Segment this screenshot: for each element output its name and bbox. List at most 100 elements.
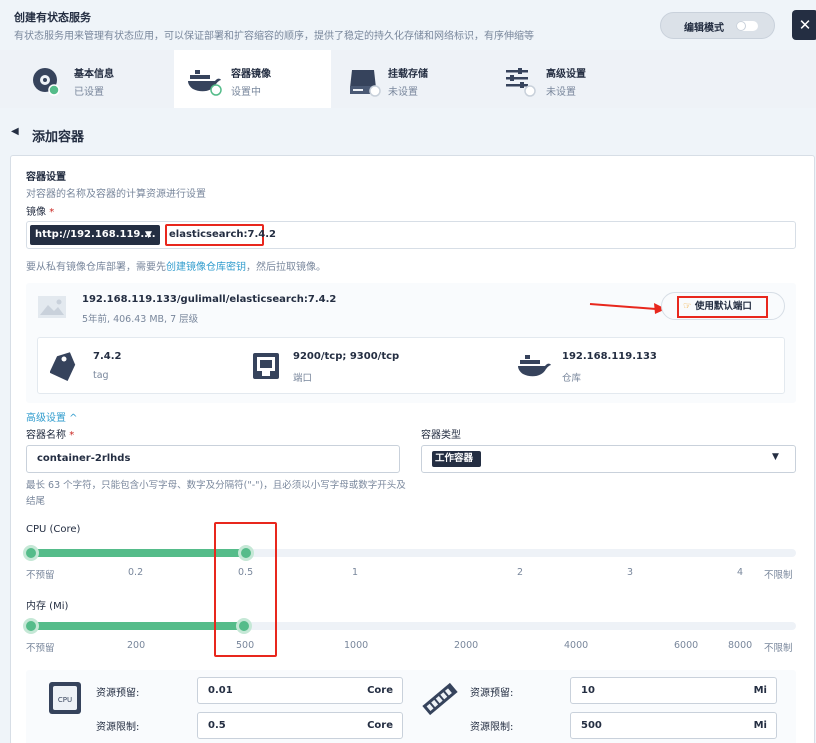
- cpu-unit: Core: [367, 720, 393, 731]
- step-basic-info[interactable]: 基本信息 已设置: [0, 50, 170, 108]
- image-field-label: 镜像 *: [26, 207, 55, 218]
- step-label: 挂载存储: [388, 69, 428, 80]
- memory-limit-input[interactable]: 500 Mi: [570, 712, 777, 739]
- chevron-down-icon: ▼: [145, 230, 152, 240]
- back-arrow-icon[interactable]: ◀: [11, 126, 19, 137]
- image-meta: 5年前, 406.43 MB, 7 层级: [82, 314, 199, 325]
- use-default-port-button[interactable]: ☞ 使用默认端口: [677, 296, 768, 318]
- memory-tick-label: 不预留: [26, 643, 55, 654]
- image-full-name: 192.168.119.133/gulimall/elasticsearch:7…: [82, 294, 337, 305]
- memory-limit-label: 资源限制:: [470, 722, 514, 733]
- sliders-icon: [506, 68, 536, 97]
- cpu-tick-label: 3: [627, 567, 634, 578]
- toggle-knob: [736, 21, 746, 31]
- cpu-reserve-input[interactable]: 0.01 Core: [197, 677, 403, 704]
- info-key: 仓库: [562, 373, 582, 384]
- image-search-input[interactable]: http://192.168.119.... ▼: [26, 221, 796, 249]
- hand-pointer-icon: ☞: [683, 301, 692, 312]
- container-name-label: 容器名称 *: [26, 430, 75, 441]
- container-name-input[interactable]: container-2rlhds: [26, 445, 400, 473]
- page-title: 添加容器: [32, 130, 85, 145]
- modal-header: 创建有状态服务 有状态服务用来管理有状态应用，可以保证部署和扩容缩容的顺序，提供…: [0, 0, 816, 50]
- port-icon: [253, 353, 279, 379]
- docker-whale-icon: [188, 70, 222, 96]
- registry-select[interactable]: http://192.168.119.... ▼: [30, 225, 160, 245]
- info-value: 192.168.119.133: [562, 351, 657, 362]
- edit-mode-toggle[interactable]: [736, 21, 758, 31]
- storage-drive-icon: [350, 70, 381, 97]
- advanced-settings-toggle[interactable]: 高级设置 ^: [26, 409, 78, 424]
- memory-tick-label: 1000: [344, 640, 369, 651]
- step-label: 容器镜像: [231, 69, 271, 80]
- step-status: 已设置: [74, 87, 104, 98]
- cpu-chip-icon: CPU: [49, 682, 81, 714]
- cpu-tick-label: 1: [352, 567, 359, 578]
- memory-slider-fill: [31, 622, 244, 630]
- registry-hint: 要从私有镜像仓库部署，需要先创建镜像仓库密钥，然后拉取镜像。: [26, 262, 326, 273]
- step-container-image[interactable]: 容器镜像 设置中: [174, 50, 331, 108]
- image-placeholder-icon: [38, 296, 66, 318]
- cpu-limit-label: 资源限制:: [96, 722, 140, 733]
- cpu-tick-label: 2: [517, 567, 524, 578]
- image-info-box: [37, 337, 785, 394]
- cpu-reserve-label: 资源预留:: [96, 688, 140, 699]
- caret-down-icon: ▼: [772, 452, 779, 462]
- container-name-value: container-2rlhds: [37, 453, 131, 464]
- memory-unit: Mi: [753, 720, 767, 731]
- annotation-arrow: [589, 303, 666, 314]
- memory-tick-label: 4000: [564, 640, 589, 651]
- annotation-highlight-box: [214, 522, 277, 657]
- step-advanced[interactable]: 高级设置 未设置: [498, 50, 648, 108]
- close-button[interactable]: ✕: [792, 10, 816, 40]
- cpu-tick-label: 不预留: [26, 570, 55, 581]
- step-bar: 基本信息 已设置 容器镜像 设置中 挂载存储 未设置 高级设置 未设置: [0, 50, 816, 108]
- container-type-value: 工作容器: [432, 451, 481, 467]
- step-storage[interactable]: 挂载存储 未设置: [340, 50, 490, 108]
- info-value: 7.4.2: [93, 351, 122, 362]
- memory-slider-min-handle[interactable]: [23, 618, 39, 634]
- cpu-unit: Core: [367, 685, 393, 696]
- cpu-tick-label: 4: [737, 567, 744, 578]
- tag-icon: [50, 352, 76, 382]
- memory-tick-label: 6000: [674, 640, 699, 651]
- step-label: 高级设置: [546, 69, 586, 80]
- cpu-reserve-value: 0.01: [208, 685, 233, 696]
- cpu-slider-min-handle[interactable]: [23, 545, 39, 561]
- settings-disc-icon: [33, 68, 60, 96]
- section-title: 容器设置: [26, 172, 66, 183]
- memory-tick-label: 不限制: [764, 643, 793, 654]
- container-type-label: 容器类型: [421, 430, 461, 441]
- modal-description: 有状态服务用来管理有状态应用，可以保证部署和扩容缩容的顺序，提供了稳定的持久化存…: [14, 31, 534, 42]
- memory-reserve-input[interactable]: 10 Mi: [570, 677, 777, 704]
- cpu-chip-text: CPU: [58, 696, 72, 704]
- modal-title: 创建有状态服务: [14, 11, 91, 24]
- step-status: 设置中: [231, 87, 261, 98]
- docker-whale-icon: [518, 355, 551, 377]
- info-key: 端口: [293, 373, 313, 384]
- step-status: 未设置: [388, 87, 418, 98]
- cpu-tick-label: 0.2: [128, 567, 144, 578]
- memory-unit: Mi: [753, 685, 767, 696]
- image-name-value[interactable]: elasticsearch:7.4.2: [165, 224, 276, 246]
- memory-limit-value: 500: [581, 720, 602, 731]
- create-secret-link[interactable]: 创建镜像仓库密钥: [166, 262, 246, 273]
- info-value: 9200/tcp; 9300/tcp: [293, 351, 400, 362]
- edit-mode-button[interactable]: 编辑模式: [660, 12, 775, 39]
- memory-tick-label: 8000: [728, 640, 753, 651]
- memory-stick-icon: [422, 682, 458, 716]
- cpu-tick-label: 不限制: [764, 570, 793, 581]
- section-description: 对容器的名称及容器的计算资源进行设置: [26, 189, 206, 200]
- memory-tick-label: 2000: [454, 640, 479, 651]
- edit-mode-label: 编辑模式: [684, 23, 724, 34]
- cpu-limit-input[interactable]: 0.5 Core: [197, 712, 403, 739]
- info-key: tag: [93, 370, 109, 381]
- step-label: 基本信息: [74, 69, 114, 80]
- container-name-help: 最长 63 个字符，只能包含小写字母、数字及分隔符("-")，且必须以小写字母或…: [26, 480, 406, 507]
- memory-reserve-label: 资源预留:: [470, 688, 514, 699]
- memory-slider-label: 内存 (Mi): [26, 601, 69, 612]
- registry-value: http://192.168.119....: [35, 229, 156, 240]
- step-status: 未设置: [546, 87, 576, 98]
- cpu-limit-value: 0.5: [208, 720, 226, 731]
- memory-tick-label: 200: [127, 640, 146, 651]
- memory-reserve-value: 10: [581, 685, 595, 696]
